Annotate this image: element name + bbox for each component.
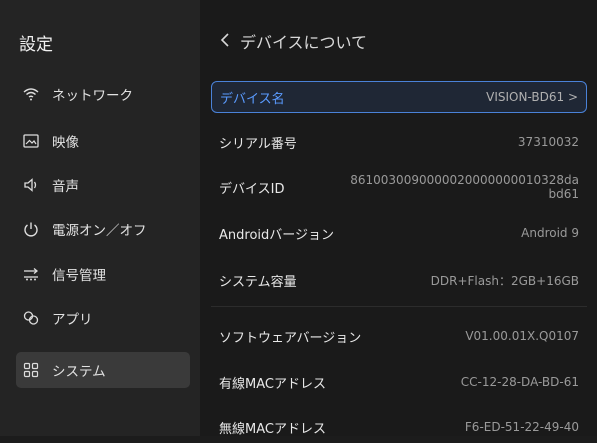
row-label: シリアル番号 [219, 136, 297, 152]
row-label: 有線MACアドレス [219, 376, 326, 392]
sidebar-item-label: システム [52, 364, 106, 380]
sidebar-item-network[interactable]: ネットワーク [16, 76, 190, 112]
app-title: 設定 [19, 35, 53, 55]
row-value: VISION-BD61 > [486, 90, 578, 104]
sidebar-item-label: 音声 [52, 179, 79, 195]
row-wireless-mac: 無線MACアドレス F6-ED-51-22-49-40 [211, 411, 587, 443]
row-label: Androidバージョン [219, 227, 335, 243]
sidebar-item-power[interactable]: 電源オン／オフ [16, 211, 190, 247]
sidebar-item-label: アプリ [52, 312, 93, 328]
row-value: Android 9 [521, 226, 579, 240]
row-label: 無線MACアドレス [219, 421, 326, 437]
signal-input-icon [22, 265, 40, 283]
row-value: 37310032 [517, 135, 579, 149]
row-android-version: Androidバージョン Android 9 [211, 217, 587, 249]
image-icon [22, 132, 40, 150]
sidebar: 設定 ネットワーク 映像 音声 電源オン／オフ 信号管理 アプリ システム [0, 0, 200, 436]
sidebar-item-video[interactable]: 映像 [16, 123, 190, 159]
page-title: デバイスについて [240, 33, 368, 52]
speaker-icon [22, 176, 40, 194]
row-label: ソフトウェアバージョン [219, 330, 362, 346]
row-storage: システム容量 DDR+Flash：2GB+16GB [211, 264, 587, 296]
sidebar-item-signal[interactable]: 信号管理 [16, 256, 190, 292]
wifi-icon [22, 85, 40, 103]
power-icon [22, 220, 40, 238]
chevron-left-icon [220, 32, 230, 51]
row-value: V01.00.01X.Q0107 [465, 329, 579, 343]
sidebar-item-audio[interactable]: 音声 [16, 167, 190, 203]
row-device-name[interactable]: デバイス名 VISION-BD61 > [211, 81, 587, 113]
row-value: DDR+Flash：2GB+16GB [430, 273, 579, 288]
row-device-id: デバイスID 8610030090000020000000010328dabd6… [211, 169, 587, 205]
back-button[interactable]: デバイスについて [220, 28, 367, 54]
row-label: デバイスID [219, 181, 285, 197]
sidebar-item-label: ネットワーク [52, 88, 133, 104]
sidebar-item-system[interactable]: システム [16, 352, 190, 388]
row-wired-mac: 有線MACアドレス CC-12-28-DA-BD-61 [211, 366, 587, 398]
row-value: CC-12-28-DA-BD-61 [460, 375, 579, 389]
row-software-version: ソフトウェアバージョン V01.00.01X.Q0107 [211, 320, 587, 352]
row-serial: シリアル番号 37310032 [211, 126, 587, 158]
system-grid-icon [22, 361, 40, 379]
sidebar-item-label: 電源オン／オフ [52, 223, 147, 239]
row-value: 8610030090000020000000010328dabd61 [350, 173, 579, 201]
row-label: デバイス名 [220, 91, 285, 107]
sidebar-item-label: 映像 [52, 135, 79, 151]
divider [211, 306, 587, 307]
sidebar-item-apps[interactable]: アプリ [16, 300, 190, 336]
apps-icon [22, 309, 40, 327]
row-value: F6-ED-51-22-49-40 [464, 420, 579, 434]
sidebar-item-label: 信号管理 [52, 268, 106, 284]
row-label: システム容量 [219, 274, 297, 290]
